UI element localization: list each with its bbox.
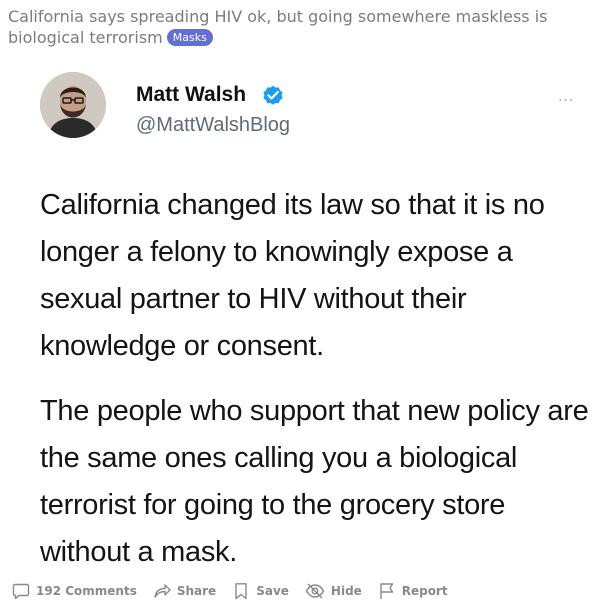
flag-icon — [380, 583, 393, 599]
bookmark-icon — [235, 583, 247, 600]
avatar-portrait — [40, 72, 106, 138]
report-button[interactable]: Report — [378, 582, 448, 600]
tweet-paragraph-1: California changed its law so that it is… — [40, 189, 545, 362]
post-action-bar: 192 Comments Share Save Hide Report — [12, 580, 464, 602]
comments-label: 192 Comments — [36, 584, 137, 598]
hide-eye-icon — [305, 583, 325, 599]
share-button[interactable]: Share — [153, 582, 216, 600]
tweet-screenshot: Matt Walsh @MattWalshBlog ... California… — [10, 58, 596, 570]
save-label: Save — [256, 584, 289, 598]
report-label: Report — [401, 584, 448, 598]
post-title[interactable]: California says spreading HIV ok, but go… — [8, 7, 547, 47]
comment-icon — [12, 583, 30, 600]
post-title-row: California says spreading HIV ok, but go… — [8, 6, 588, 48]
hide-label: Hide — [330, 584, 362, 598]
more-icon[interactable]: ... — [558, 88, 574, 106]
post-flair[interactable]: Masks — [166, 29, 213, 46]
avatar — [40, 72, 106, 138]
hide-button[interactable]: Hide — [305, 582, 362, 600]
author-handle[interactable]: @MattWalshBlog — [136, 114, 290, 137]
verified-badge-icon — [263, 85, 283, 105]
share-label: Share — [176, 584, 217, 598]
share-icon — [154, 584, 171, 598]
comments-button[interactable]: 192 Comments — [12, 582, 137, 600]
tweet-paragraph-2: The people who support that new policy a… — [40, 395, 589, 568]
save-button[interactable]: Save — [232, 582, 289, 600]
author-name[interactable]: Matt Walsh — [136, 83, 246, 107]
